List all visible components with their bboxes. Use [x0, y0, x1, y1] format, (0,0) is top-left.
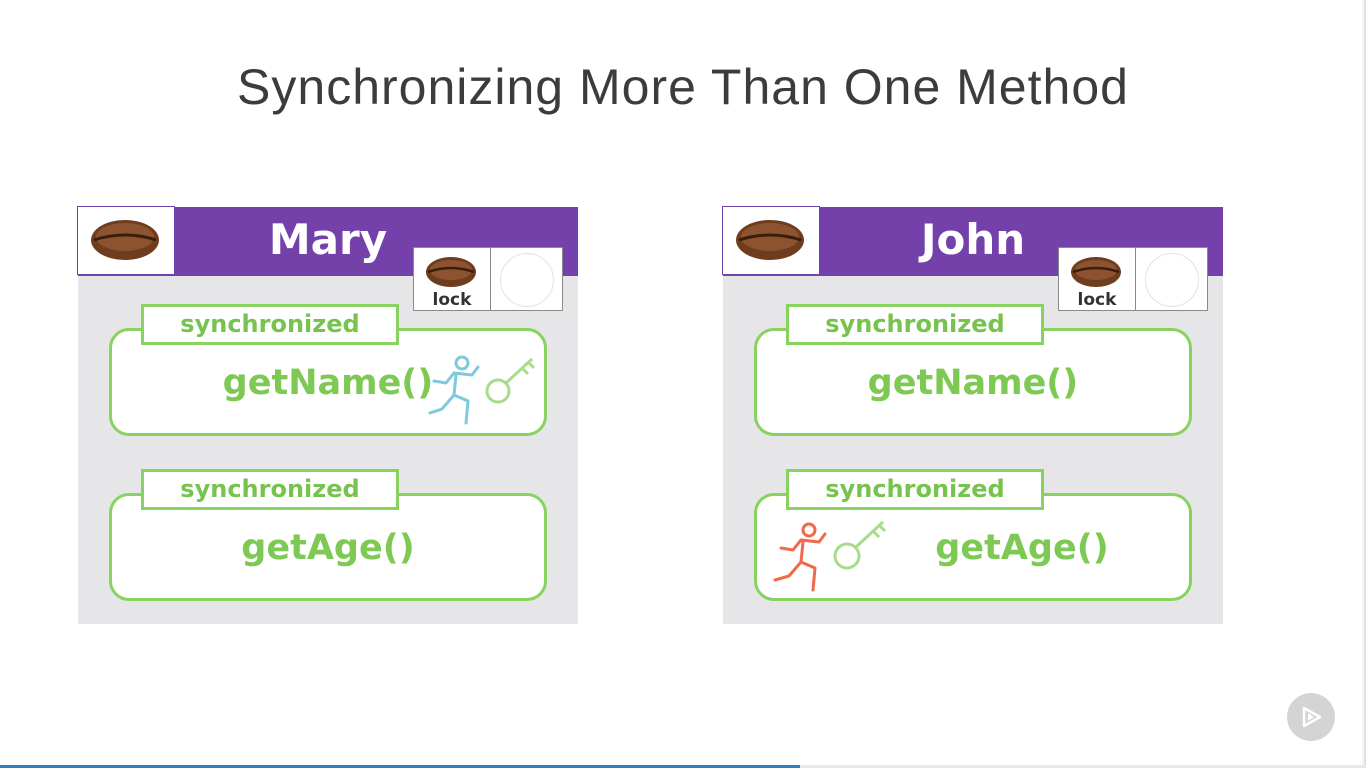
- key-icon: [833, 520, 887, 570]
- slide-edge: [1362, 0, 1366, 768]
- lock-cell: lock: [1059, 248, 1136, 310]
- slide-title: Synchronizing More Than One Method: [237, 59, 1129, 115]
- synchronized-tag: synchronized: [141, 469, 399, 510]
- synchronized-tag: synchronized: [786, 469, 1044, 510]
- method-name: getName(): [867, 363, 1079, 403]
- lock-cell: lock: [414, 248, 491, 310]
- synchronized-tag: synchronized: [141, 304, 399, 345]
- lock-box: lock: [1058, 247, 1208, 311]
- play-icon: [1302, 706, 1322, 728]
- running-thread-icon: [428, 355, 536, 425]
- method-name: getAge(): [241, 528, 415, 568]
- coffee-bean-icon: [736, 220, 804, 260]
- empty-lock-slot: [1145, 253, 1199, 307]
- lock-box: lock: [413, 247, 563, 311]
- lock-label: lock: [1077, 290, 1117, 310]
- key-icon: [485, 357, 536, 404]
- object-panel-mary: Mary lock synchronized getName() synchro…: [77, 206, 578, 624]
- lock-label: lock: [432, 290, 472, 310]
- play-button[interactable]: [1287, 693, 1335, 741]
- object-panel-john: John lock synchronized getName() synchro…: [722, 206, 1223, 624]
- coffee-bean-icon: [91, 220, 159, 260]
- coffee-bean-icon: [426, 257, 476, 287]
- object-bean-box: [722, 206, 820, 275]
- running-thread-icon: [773, 520, 887, 592]
- synchronized-tag: synchronized: [786, 304, 1044, 345]
- coffee-bean-icon: [1071, 257, 1121, 287]
- empty-lock-slot: [500, 253, 554, 307]
- object-bean-box: [77, 206, 175, 275]
